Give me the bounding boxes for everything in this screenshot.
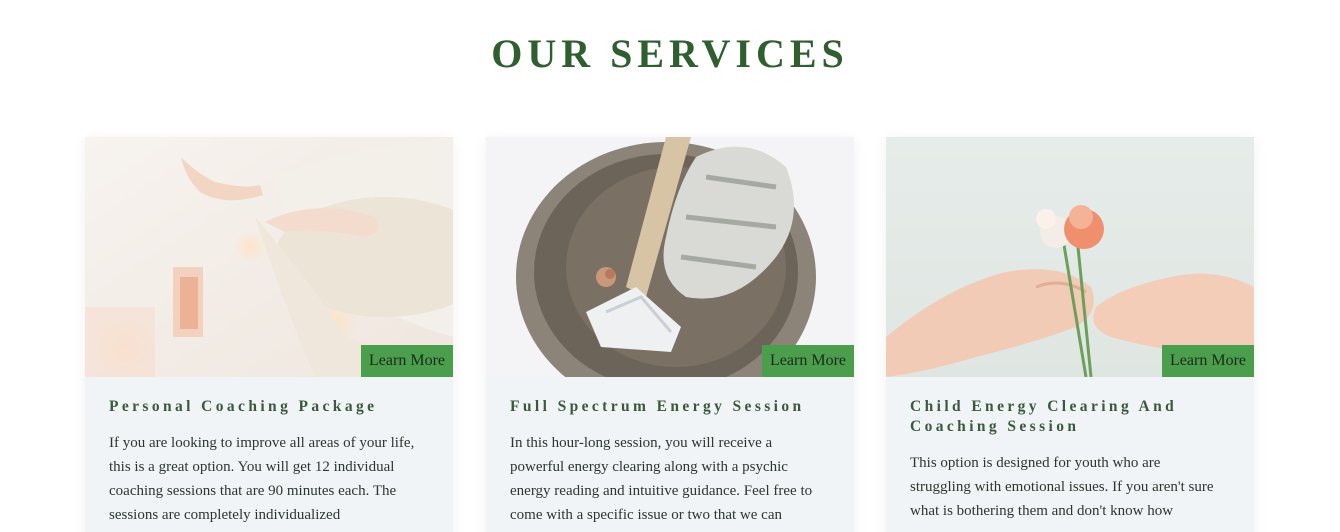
flowers-hands-photo-icon [886,137,1254,377]
learn-more-button[interactable]: Learn More [361,345,453,377]
card-description: If you are looking to improve all areas … [109,435,415,523]
flowers-hands-image: Learn More [886,137,1254,377]
service-card-energy-session: Learn More Full Spectrum Energy Session … [486,137,854,532]
sage-bowl-photo-icon [486,137,854,377]
card-title: Full Spectrum Energy Session [510,398,805,415]
service-card-personal-coaching: Learn More Personal Coaching Package If … [85,137,453,532]
card-description: In this hour-long session, you will rece… [510,435,813,523]
learn-more-button[interactable]: Learn More [1162,345,1254,377]
service-card-child-energy: Learn More Child Energy Clearing And Coa… [886,137,1254,532]
card-title: Child Energy Clearing And Coaching Sessi… [910,398,1178,435]
meditation-photo-icon [85,137,453,377]
learn-more-button[interactable]: Learn More [762,345,854,377]
section-title: OUR SERVICES [491,31,849,76]
card-description: This option is designed for youth who ar… [910,455,1214,519]
meditation-image: Learn More [85,137,453,377]
card-title: Personal Coaching Package [109,398,378,415]
sage-bowl-image: Learn More [486,137,854,377]
